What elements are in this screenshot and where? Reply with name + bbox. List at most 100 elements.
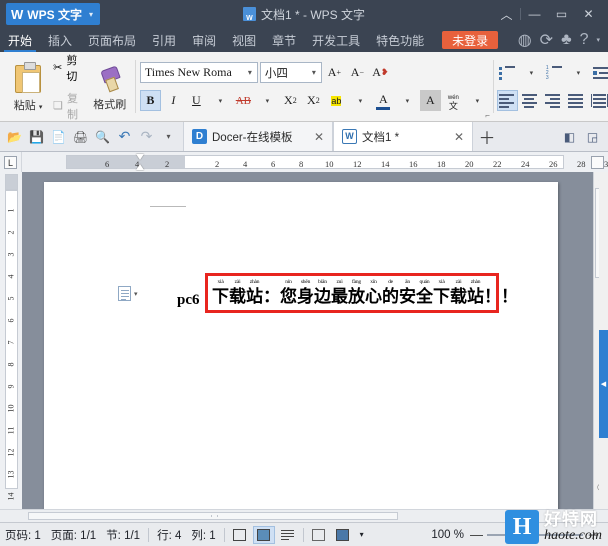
chevron-down-icon[interactable]: ▾	[134, 290, 138, 298]
close-icon[interactable]: ✕	[444, 130, 464, 144]
strikethrough-options-icon[interactable]: ▾	[257, 90, 278, 111]
tab-options-icon[interactable]: ◲	[583, 127, 602, 146]
indent-markers[interactable]	[136, 154, 145, 170]
tab-docer-online-templates[interactable]: D Docer-在线模板 ✕	[183, 122, 333, 151]
font-color-options-icon[interactable]: ▾	[397, 90, 418, 111]
tab-document1[interactable]: 文档1 * ✕	[333, 122, 473, 151]
bullet-options-icon[interactable]: ▾	[521, 62, 542, 83]
redo-icon[interactable]: ↷	[137, 127, 156, 146]
history-icon[interactable]: ◧	[560, 127, 579, 146]
refresh-icon[interactable]: ⟳	[540, 30, 553, 50]
underline-button[interactable]: U	[186, 90, 207, 111]
chevron-down-icon[interactable]: ▾	[39, 104, 43, 111]
print-icon[interactable]: 🖨	[71, 127, 90, 146]
align-center-button[interactable]	[520, 90, 541, 111]
strikethrough-button[interactable]: AB	[233, 90, 254, 111]
chevron-down-icon[interactable]: ▾	[243, 68, 257, 77]
zoom-slider[interactable]	[487, 528, 583, 542]
view-options-caret-icon[interactable]: ▾	[355, 530, 369, 539]
underline-options-icon[interactable]: ▾	[210, 90, 231, 111]
help-icon[interactable]: ?	[580, 31, 589, 49]
save-icon[interactable]: 💾	[27, 127, 46, 146]
distribute-button[interactable]	[589, 90, 608, 111]
superscript-button[interactable]: X2	[280, 90, 301, 111]
tab-chapter[interactable]: 章节	[264, 28, 304, 52]
undo-icon[interactable]: ↶	[115, 127, 134, 146]
zoom-level-value[interactable]: 100 %	[431, 529, 466, 541]
maximize-button[interactable]: ▭	[548, 3, 575, 25]
highlight-options-icon[interactable]: ▾	[350, 90, 371, 111]
grow-font-button[interactable]: A +	[324, 62, 345, 83]
skin-icon[interactable]: ♣	[561, 31, 572, 49]
zoom-slider-knob[interactable]	[531, 528, 538, 541]
vruler-number: 10	[6, 404, 16, 413]
italic-button[interactable]: I	[163, 90, 184, 111]
horizontal-scrollbar[interactable]	[0, 509, 608, 522]
decrease-indent-button[interactable]	[591, 62, 608, 83]
paste-options-smart-tag[interactable]: ▾	[118, 286, 138, 301]
expand-task-pane-button[interactable]: ◀	[599, 330, 608, 438]
bold-button[interactable]: B	[139, 90, 161, 111]
web-view-button[interactable]	[308, 526, 330, 544]
format-painter-button[interactable]: 格式刷	[89, 52, 131, 121]
bullet-list-button[interactable]	[497, 62, 518, 83]
tab-review[interactable]: 审阅	[184, 28, 224, 52]
paste-button[interactable]: 粘贴 ▾	[6, 52, 50, 121]
vertical-ruler[interactable]: 1 2 3 4 5 6 7 8 9 10 11 12 13 14 15	[0, 172, 22, 523]
minimize-button[interactable]: —	[521, 3, 548, 25]
zoom-in-button[interactable]: ＋	[587, 525, 600, 544]
qat-more-icon[interactable]: ▾	[159, 127, 178, 146]
close-icon[interactable]: ✕	[304, 130, 324, 144]
login-button[interactable]: 未登录	[442, 31, 499, 49]
print-preview-icon[interactable]: 🔍	[93, 127, 112, 146]
tab-developer-tools[interactable]: 开发工具	[304, 28, 368, 52]
pinyin-options-icon[interactable]: ▾	[467, 90, 488, 111]
help-caret-icon[interactable]: ▾	[596, 36, 600, 44]
zoom-out-button[interactable]: —	[470, 527, 483, 542]
pinyin-guide-button[interactable]: wén 文	[443, 90, 464, 111]
globe-icon[interactable]: ◍	[518, 30, 532, 50]
chevron-down-icon[interactable]: ▾	[89, 10, 93, 19]
hscrollbar-thumb[interactable]	[28, 512, 398, 520]
document-page[interactable]: ▾ pc6 xià 下 zài 载 zhàn 站 ： nín 您 shēn 身 biān 边…	[44, 182, 558, 509]
horizontal-ruler[interactable]: 6 4 2 2 4 6 8 10 12 14 16 18 20 22 24 26…	[22, 152, 608, 172]
font-dialog-launcher[interactable]: ⌐	[485, 111, 490, 120]
reading-view-button[interactable]	[332, 526, 354, 544]
justify-button[interactable]	[566, 90, 587, 111]
open-icon[interactable]: 📂	[5, 127, 24, 146]
collapse-ribbon-button[interactable]: ︿	[493, 3, 520, 25]
document-canvas[interactable]: ▾ pc6 xià 下 zài 载 zhàn 站 ： nín 您 shēn 身 biān 边…	[22, 172, 593, 509]
export-pdf-icon[interactable]: 📄	[49, 127, 68, 146]
tab-start[interactable]: 开始	[0, 28, 40, 52]
numbering-options-icon[interactable]: ▾	[568, 62, 589, 83]
tab-page-layout[interactable]: 页面布局	[80, 28, 144, 52]
outline-view-button[interactable]	[277, 526, 299, 544]
numbered-list-button[interactable]: 1 2 3	[544, 62, 565, 83]
copy-button[interactable]: ❏ 复制	[50, 88, 88, 124]
tab-view[interactable]: 视图	[224, 28, 264, 52]
character-shading-button[interactable]: A	[419, 90, 441, 111]
layout-view-button[interactable]	[252, 525, 275, 544]
font-size-select[interactable]: 小四 ▾	[259, 62, 322, 83]
align-left-button[interactable]	[496, 90, 518, 111]
new-tab-button[interactable]: ＋	[473, 122, 501, 151]
highlight-button[interactable]: ab	[326, 90, 347, 111]
vruler-number: 3	[6, 252, 16, 257]
page-view-button[interactable]	[229, 526, 251, 544]
shrink-font-button[interactable]: A −	[347, 62, 368, 83]
close-button[interactable]: ✕	[575, 3, 602, 25]
tab-special-features[interactable]: 特色功能	[368, 28, 432, 52]
chevron-down-icon[interactable]: ▾	[307, 68, 321, 77]
subscript-button[interactable]: X2	[303, 90, 324, 111]
font-color-button[interactable]: A	[373, 90, 394, 111]
cut-button[interactable]: ✂ 剪切	[50, 50, 88, 86]
tab-references[interactable]: 引用	[144, 28, 184, 52]
clear-formatting-button[interactable]: A ❥	[370, 62, 391, 83]
wps-app-tab[interactable]: W WPS 文字 ▾	[6, 3, 100, 25]
tab-stop-selector[interactable]: L	[0, 152, 22, 172]
align-right-button[interactable]	[543, 90, 564, 111]
font-family-select[interactable]: Times New Roma ▾	[139, 62, 258, 83]
tab-insert[interactable]: 插入	[40, 28, 80, 52]
side-task-panel: ◀	[599, 172, 608, 509]
divider	[302, 527, 304, 542]
